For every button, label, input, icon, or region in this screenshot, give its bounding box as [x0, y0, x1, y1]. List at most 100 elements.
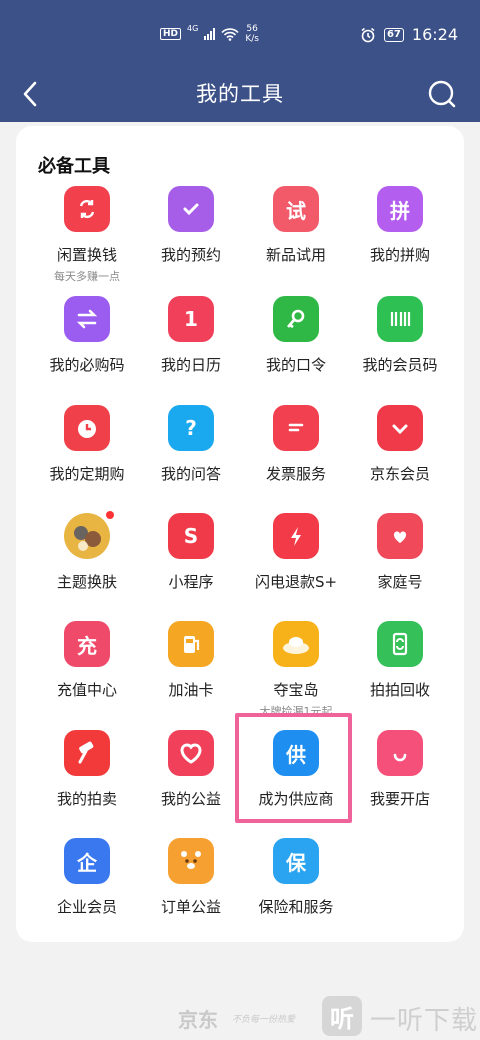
section-title: 必备工具 [38, 156, 110, 177]
tool-item[interactable]: 试新品试用 [243, 186, 349, 265]
tool-label: 主题换肤 [56, 573, 117, 591]
tool-item[interactable]: S 小程序 [138, 513, 244, 592]
tool-item[interactable]: 我的预约 [138, 186, 244, 265]
tool-label: 我的口令 [265, 356, 326, 374]
tool-label: 闲置换钱 [56, 246, 117, 264]
tool-item[interactable]: 充充值中心 [34, 621, 140, 700]
tool-label: 我的预约 [160, 246, 221, 264]
gold-ingot-icon [273, 621, 319, 667]
watermark-logo-icon: 听 [322, 996, 362, 1036]
net-speed-unit: K/s [245, 34, 259, 44]
tool-item[interactable]: 1 我的日历 [138, 296, 244, 375]
hd-badge: HD [160, 28, 182, 40]
store-icon [377, 730, 423, 776]
question-icon: ? [168, 405, 214, 451]
battery-icon: 67 [383, 27, 404, 42]
enterprise-icon: 企 [64, 838, 110, 884]
trial-icon: 试 [273, 186, 319, 232]
fuel-pump-icon [168, 621, 214, 667]
cart-icon: 拼 [377, 186, 423, 232]
tool-item[interactable]: ? 我的问答 [138, 405, 244, 484]
wifi-icon [221, 27, 239, 41]
tool-item[interactable]: 发票服务 [243, 405, 349, 484]
tool-label: 我的会员码 [362, 356, 438, 374]
tool-item[interactable]: 我的会员码 [347, 296, 453, 375]
tool-item[interactable]: 主题换肤 [34, 511, 140, 592]
tool-label: 充值中心 [56, 681, 117, 699]
tool-item[interactable]: 我要开店 [347, 730, 453, 809]
tool-label: 我的日历 [160, 356, 221, 374]
tool-item[interactable]: 我的必购码 [34, 296, 140, 375]
tool-label: 我的公益 [160, 790, 221, 808]
tool-label: 订单公益 [160, 898, 221, 916]
charity-heart-icon [168, 730, 214, 776]
tool-label: 我的问答 [160, 465, 221, 483]
exchange-code-icon [64, 296, 110, 342]
signal-icon [204, 28, 216, 40]
tool-label: 新品试用 [265, 246, 326, 264]
key-icon [273, 296, 319, 342]
tool-item[interactable]: 家庭号 [347, 513, 453, 592]
phone-recharge-icon: 充 [64, 621, 110, 667]
calendar-check-icon [168, 186, 214, 232]
tool-label: 小程序 [168, 573, 214, 591]
tool-label: 夺宝岛 [273, 681, 319, 699]
tool-label: 我的必购码 [49, 356, 125, 374]
search-button[interactable] [422, 74, 462, 114]
tools-card: 必备工具 闲置换钱 每天多赚一点 我的预约试新品试用拼我的拼购 我的必购码 1 我的日历我… [16, 126, 464, 942]
tool-label: 我的拍卖 [56, 790, 117, 808]
network-type: 4G [187, 24, 199, 33]
theme-avatar-icon [64, 511, 114, 559]
net-speed: 56 K/s [245, 24, 259, 44]
tool-label: 发票服务 [265, 465, 326, 483]
tool-item[interactable]: 拼我的拼购 [347, 186, 453, 265]
tool-item[interactable]: 京东会员 [347, 405, 453, 484]
alarm-icon [361, 27, 375, 42]
tool-item[interactable]: 我的公益 [138, 730, 244, 809]
tool-label: 加油卡 [168, 681, 214, 699]
status-bar: HD 4G 56 K/s 67 16:24 [0, 0, 480, 66]
tool-label: 我要开店 [369, 790, 430, 808]
heart-badge-icon [377, 405, 423, 451]
tool-label: 拍拍回收 [369, 681, 430, 699]
tool-subtitle: 每天多赚一点 [54, 270, 120, 283]
tool-item[interactable]: 企企业会员 [34, 838, 140, 917]
highlight-frame [235, 713, 352, 823]
watermark-jd: 京东 [178, 1008, 218, 1032]
status-network: HD 4G 56 K/s [160, 24, 259, 44]
recycle-phone-icon [377, 621, 423, 667]
watermark-slogan: 不负每一份热爱 [232, 1015, 296, 1025]
lightning-shield-icon [273, 513, 319, 559]
tool-item[interactable]: 拍拍回收 [347, 621, 453, 700]
home-heart-icon [377, 513, 423, 559]
new-dot-badge [106, 511, 114, 519]
tool-item[interactable]: 保保险和服务 [243, 838, 349, 917]
calendar-icon: 1 [168, 296, 214, 342]
recycle-bag-icon [64, 186, 110, 232]
tool-item[interactable]: 我的拍卖 [34, 730, 140, 809]
alarm-clock-icon [64, 405, 110, 451]
tool-item[interactable]: 闲置换钱每天多赚一点 [34, 186, 140, 284]
tool-label: 企业会员 [56, 898, 117, 916]
tool-item[interactable]: 订单公益 [138, 838, 244, 917]
tool-label: 闪电退款S+ [254, 573, 338, 591]
tool-item[interactable]: 闪电退款S+ [243, 513, 349, 592]
tool-label: 家庭号 [377, 573, 423, 591]
tool-item[interactable]: 我的定期购 [34, 405, 140, 484]
clock: 16:24 [411, 25, 458, 44]
barcode-icon [377, 296, 423, 342]
status-right: 67 16:24 [360, 25, 458, 44]
insurance-shield-icon: 保 [273, 838, 319, 884]
mini-program-icon: S [168, 513, 214, 559]
tool-item[interactable]: 我的口令 [243, 296, 349, 375]
tool-label: 京东会员 [369, 465, 430, 483]
bear-icon [168, 838, 214, 884]
watermark-site: 一听下载 [370, 1006, 479, 1036]
tool-item[interactable]: 加油卡 [138, 621, 244, 700]
tool-item[interactable]: 夺宝岛 大牌捡漏1元起 [243, 621, 349, 719]
tool-label: 我的定期购 [49, 465, 125, 483]
search-icon [428, 80, 456, 108]
watermark: 京东 不负每一份热爱 听 一听下载 [0, 992, 480, 1040]
tool-label: 我的拼购 [369, 246, 430, 264]
net-speed-value: 56 [246, 24, 258, 34]
